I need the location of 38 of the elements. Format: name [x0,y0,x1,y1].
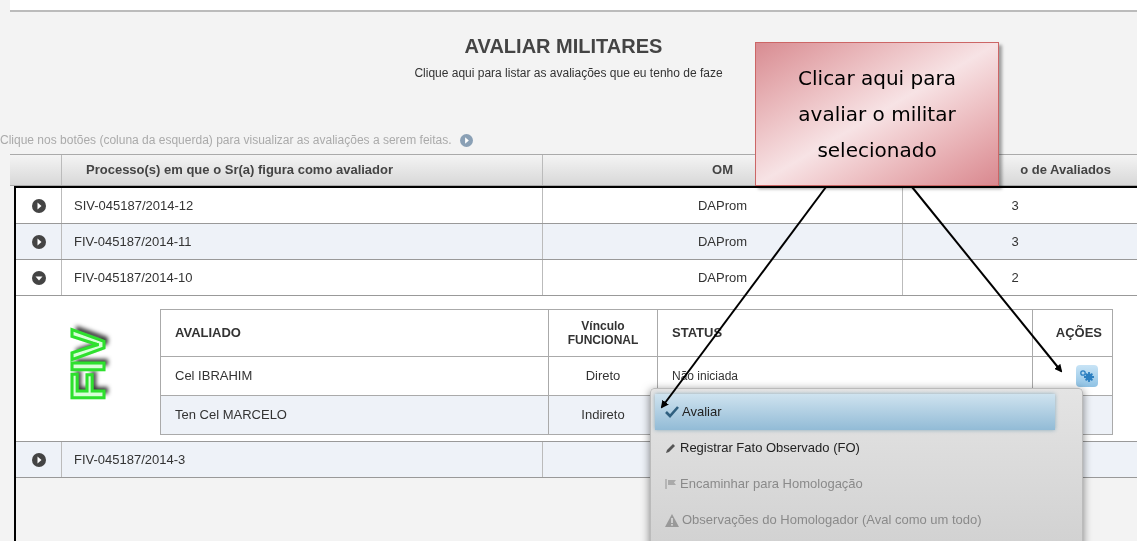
menu-item[interactable]: Avaliar [655,394,1055,430]
page-title: AVALIAR MILITARES [464,34,663,58]
table-cell-text: 3 [1011,196,1019,215]
table-cell-text: 2 [1011,268,1019,287]
table-cell-text: DAProm [697,268,748,287]
table-row[interactable]: FIV-045187/2014-10 DAProm 2 [16,260,1137,296]
table-cell-text: 3 [1011,232,1019,251]
flag-icon [665,478,677,490]
settings-button[interactable] [1076,365,1098,387]
table-cell-text: SIV-045187/2014-12 [74,196,194,215]
column-header: o de Avaliados [1019,161,1112,180]
collapse-icon[interactable] [31,270,46,285]
column-header: Vínculo FUNCIONAL [566,319,640,347]
table-cell-text: DAProm [697,196,748,215]
list-link[interactable]: Clique aqui para listar as avaliações que eu tenho de faze [414,64,723,82]
gear-icon [1079,369,1095,383]
table-cell-text: Cel IBRAHIM [175,367,253,386]
fiv-logo: FIV [65,329,111,401]
table-cell-text: FIV-045187/2014-10 [74,268,193,287]
table-cell-text: DAProm [697,232,748,251]
warning-icon [665,513,679,527]
table-cell-text: Indireto [581,406,625,425]
expand-icon[interactable] [31,234,46,249]
info-icon [459,133,473,147]
table-cell-text: Ten Cel MARCELO [175,406,287,425]
column-header: Processo(s) em que o Sr(a) figura como avaliador [62,155,543,185]
table-row[interactable]: SIV-045187/2014-12 DAProm 3 [16,188,1137,224]
table-cell-text: FIV-045187/2014-3 [74,450,186,469]
expand-icon[interactable] [31,452,46,467]
table-cell-text: Direto [585,367,621,386]
column-header: AÇÕES [1055,324,1102,343]
column-header: AVALIADO [175,324,241,343]
callout: Clicar aqui para avaliar o militar selecionado [755,42,999,186]
table-row[interactable]: FIV-045187/2014-11 DAProm 3 [16,224,1137,260]
hint-text: Clique nos botões (coluna da esquerda) para visualizar as avaliações a serem feitas. [0,132,452,149]
expand-icon[interactable] [31,198,46,213]
check-icon [665,406,679,418]
table-cell-text: FIV-045187/2014-11 [74,232,192,251]
